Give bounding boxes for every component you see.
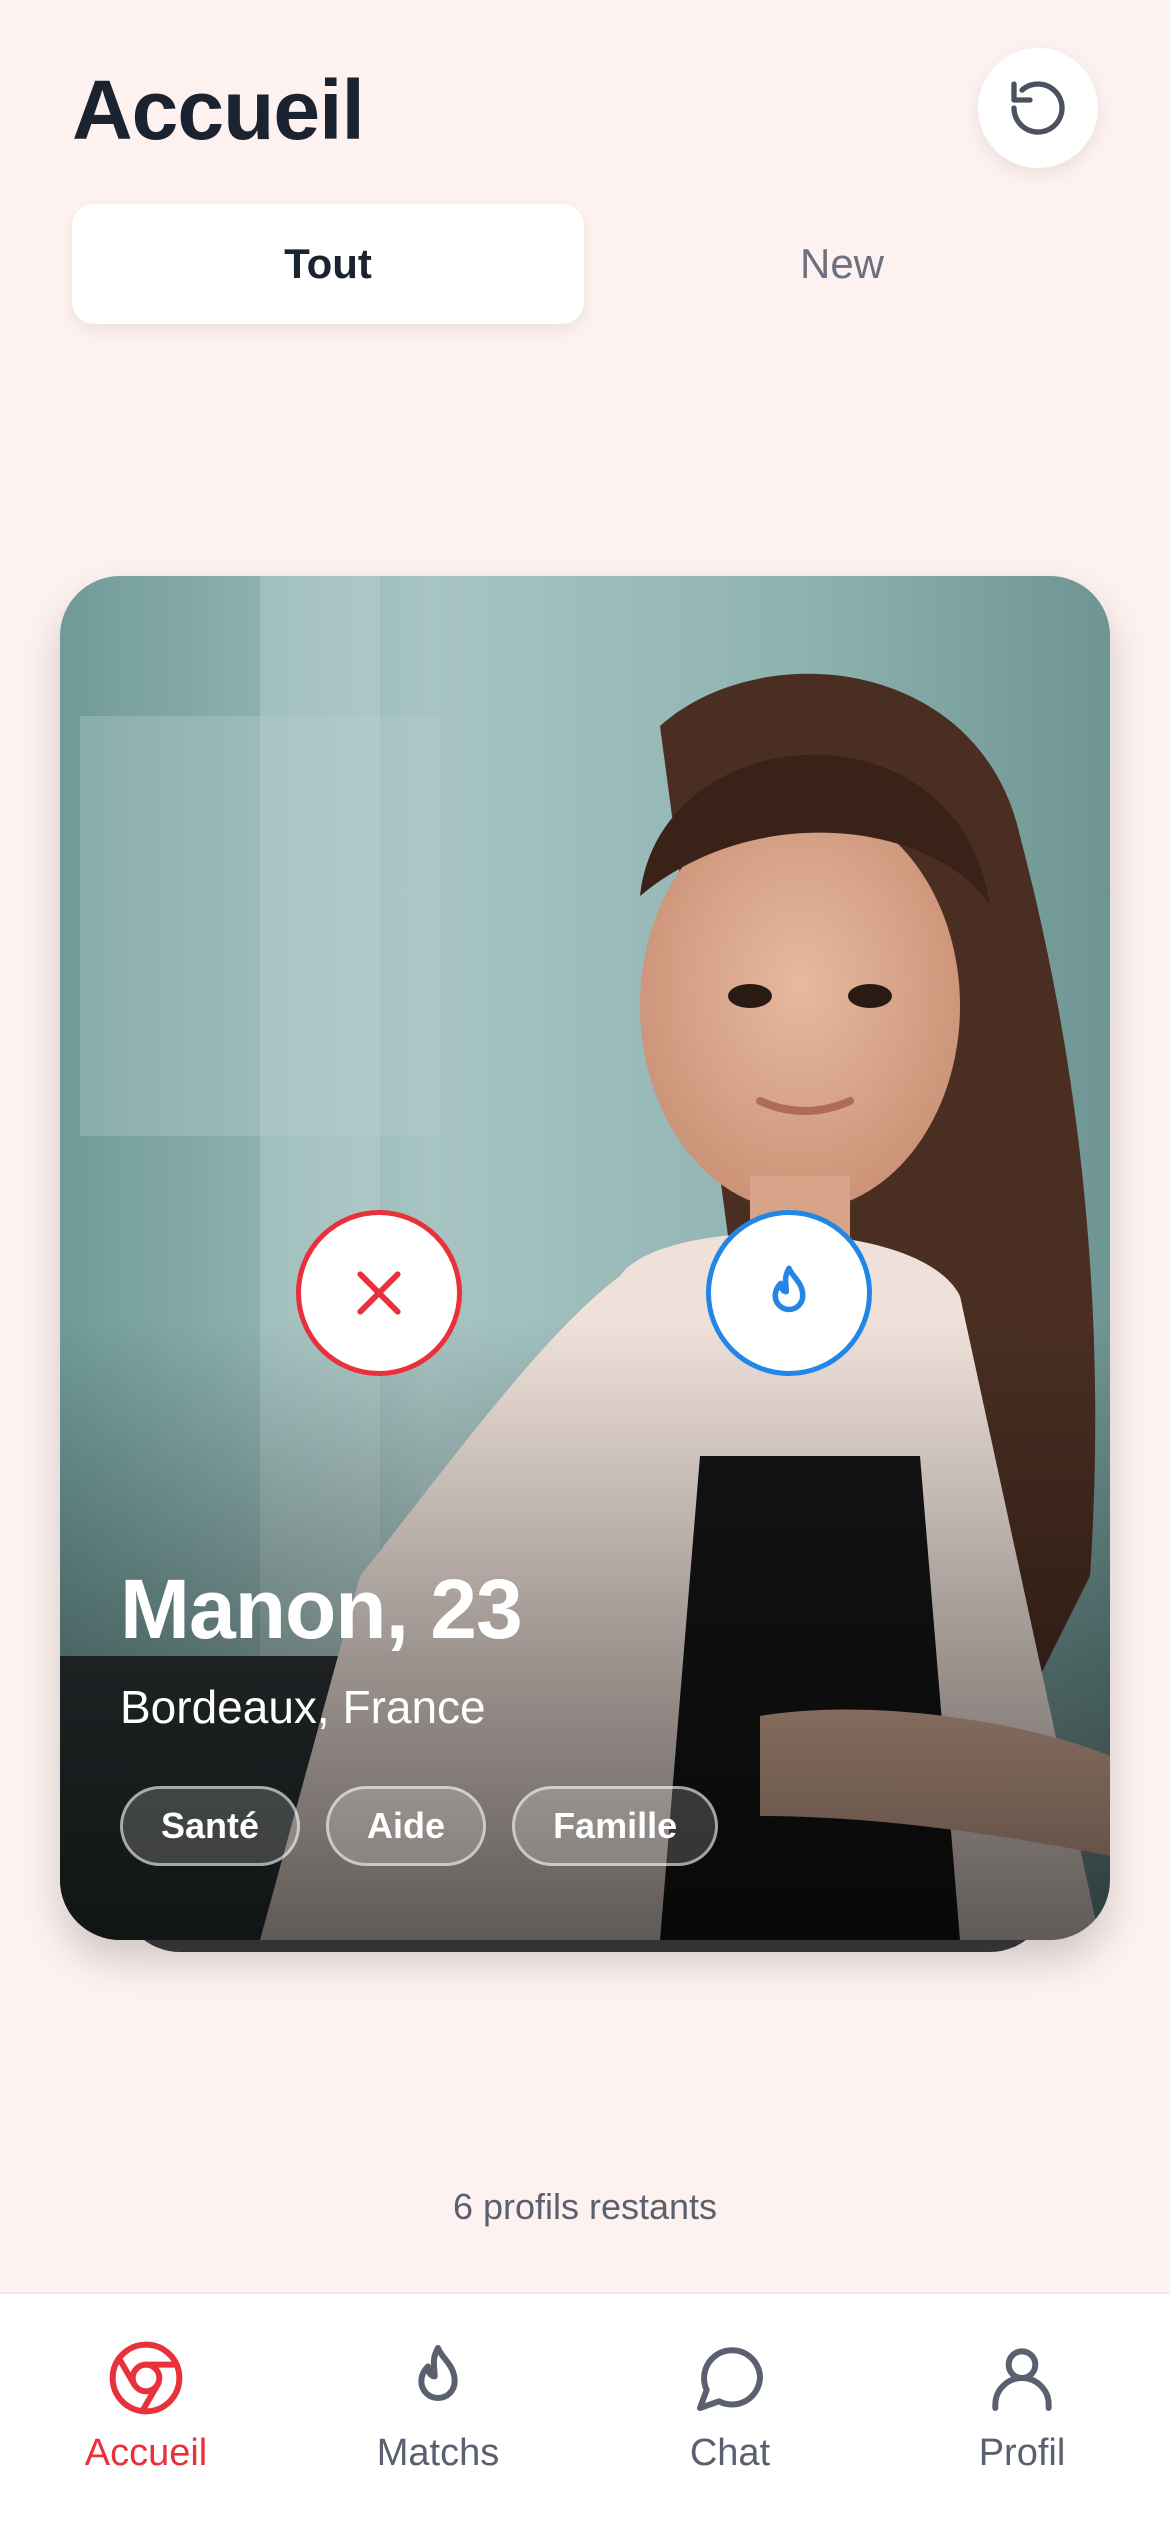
flame-icon bbox=[772, 1265, 806, 1313]
tag-chip: Aide bbox=[326, 1786, 487, 1866]
nav-label: Chat bbox=[689, 2432, 771, 2474]
nav-item-accueil[interactable]: Accueil bbox=[0, 2294, 292, 2532]
reset-button[interactable] bbox=[978, 48, 1098, 168]
tag-chip: Santé bbox=[120, 1786, 301, 1866]
page-title: Accueil bbox=[72, 63, 365, 157]
nav-item-matchs[interactable]: Matchs bbox=[292, 2294, 584, 2532]
tab-all[interactable]: Tout bbox=[72, 204, 584, 324]
like-button[interactable] bbox=[706, 1210, 872, 1376]
tag-chip: Famille bbox=[512, 1786, 719, 1866]
profile-location: Bordeaux, France bbox=[120, 1681, 486, 1733]
aperture-icon bbox=[109, 2341, 183, 2415]
profiles-remaining-text: 6 profils restants bbox=[452, 2186, 718, 2227]
flame-icon bbox=[418, 2345, 458, 2401]
user-icon bbox=[992, 2348, 1052, 2411]
nav-item-chat[interactable]: Chat bbox=[584, 2294, 876, 2532]
rotate-ccw-icon bbox=[1011, 81, 1065, 135]
home-screen: Accueil Tout New Manon, 23 Bordeaux, Fra… bbox=[0, 0, 1170, 2532]
nav-item-profil[interactable]: Profil bbox=[876, 2294, 1168, 2532]
tab-new[interactable]: New bbox=[586, 204, 1098, 324]
nav-label: Accueil bbox=[84, 2432, 208, 2474]
pass-button[interactable] bbox=[296, 1210, 462, 1376]
profile-tags: Santé Aide Famille bbox=[120, 1786, 719, 1866]
nav-label: Matchs bbox=[376, 2432, 500, 2474]
bottom-nav: Accueil Matchs Chat Profil bbox=[0, 2292, 1170, 2532]
profile-name-age: Manon, 23 bbox=[120, 1562, 523, 1656]
nav-label: Profil bbox=[978, 2432, 1066, 2474]
close-icon bbox=[357, 1271, 401, 1315]
profile-card[interactable]: Manon, 23 Bordeaux, France Santé Aide Fa… bbox=[60, 576, 1110, 1940]
chat-bubble-icon bbox=[697, 2347, 764, 2411]
